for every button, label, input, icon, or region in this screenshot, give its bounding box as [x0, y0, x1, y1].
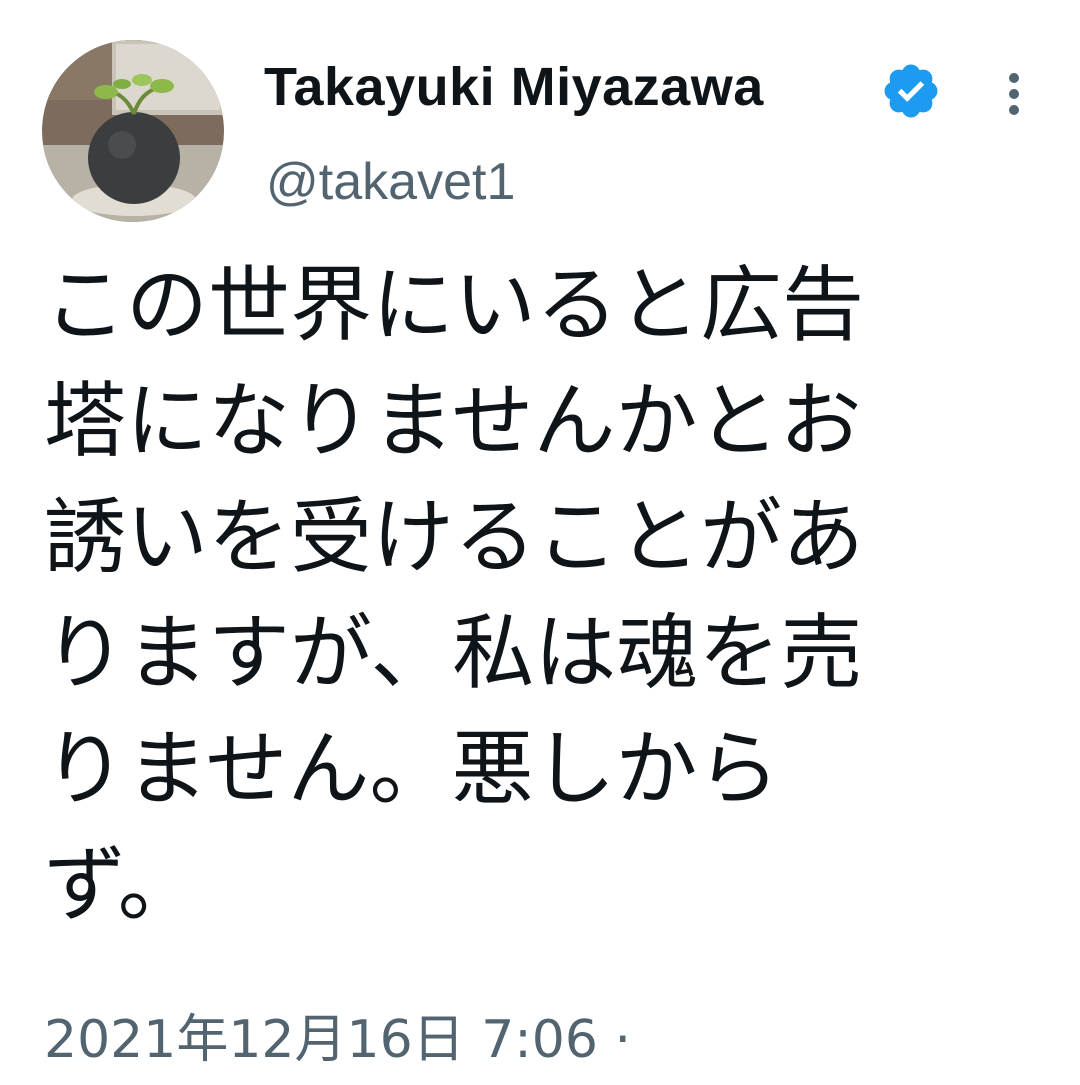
- author-display-name[interactable]: Takayuki Miyazawa: [264, 52, 764, 122]
- avatar-photo: [42, 40, 224, 222]
- tweet-text: この世界にいると広告 塔になりませんかとお 誘いを受けることがあ りますが、私は…: [44, 258, 865, 933]
- author-handle[interactable]: @takavet1: [266, 150, 515, 214]
- avatar[interactable]: [42, 40, 224, 222]
- more-options-icon[interactable]: [1000, 70, 1028, 118]
- verified-badge-icon: [880, 60, 942, 122]
- tweet-timestamp[interactable]: 2021年12月16日 7:06 ·: [44, 1004, 631, 1076]
- tweet: Takayuki Miyazawa @takavet1 この世界にいると広告 塔…: [0, 0, 1080, 1085]
